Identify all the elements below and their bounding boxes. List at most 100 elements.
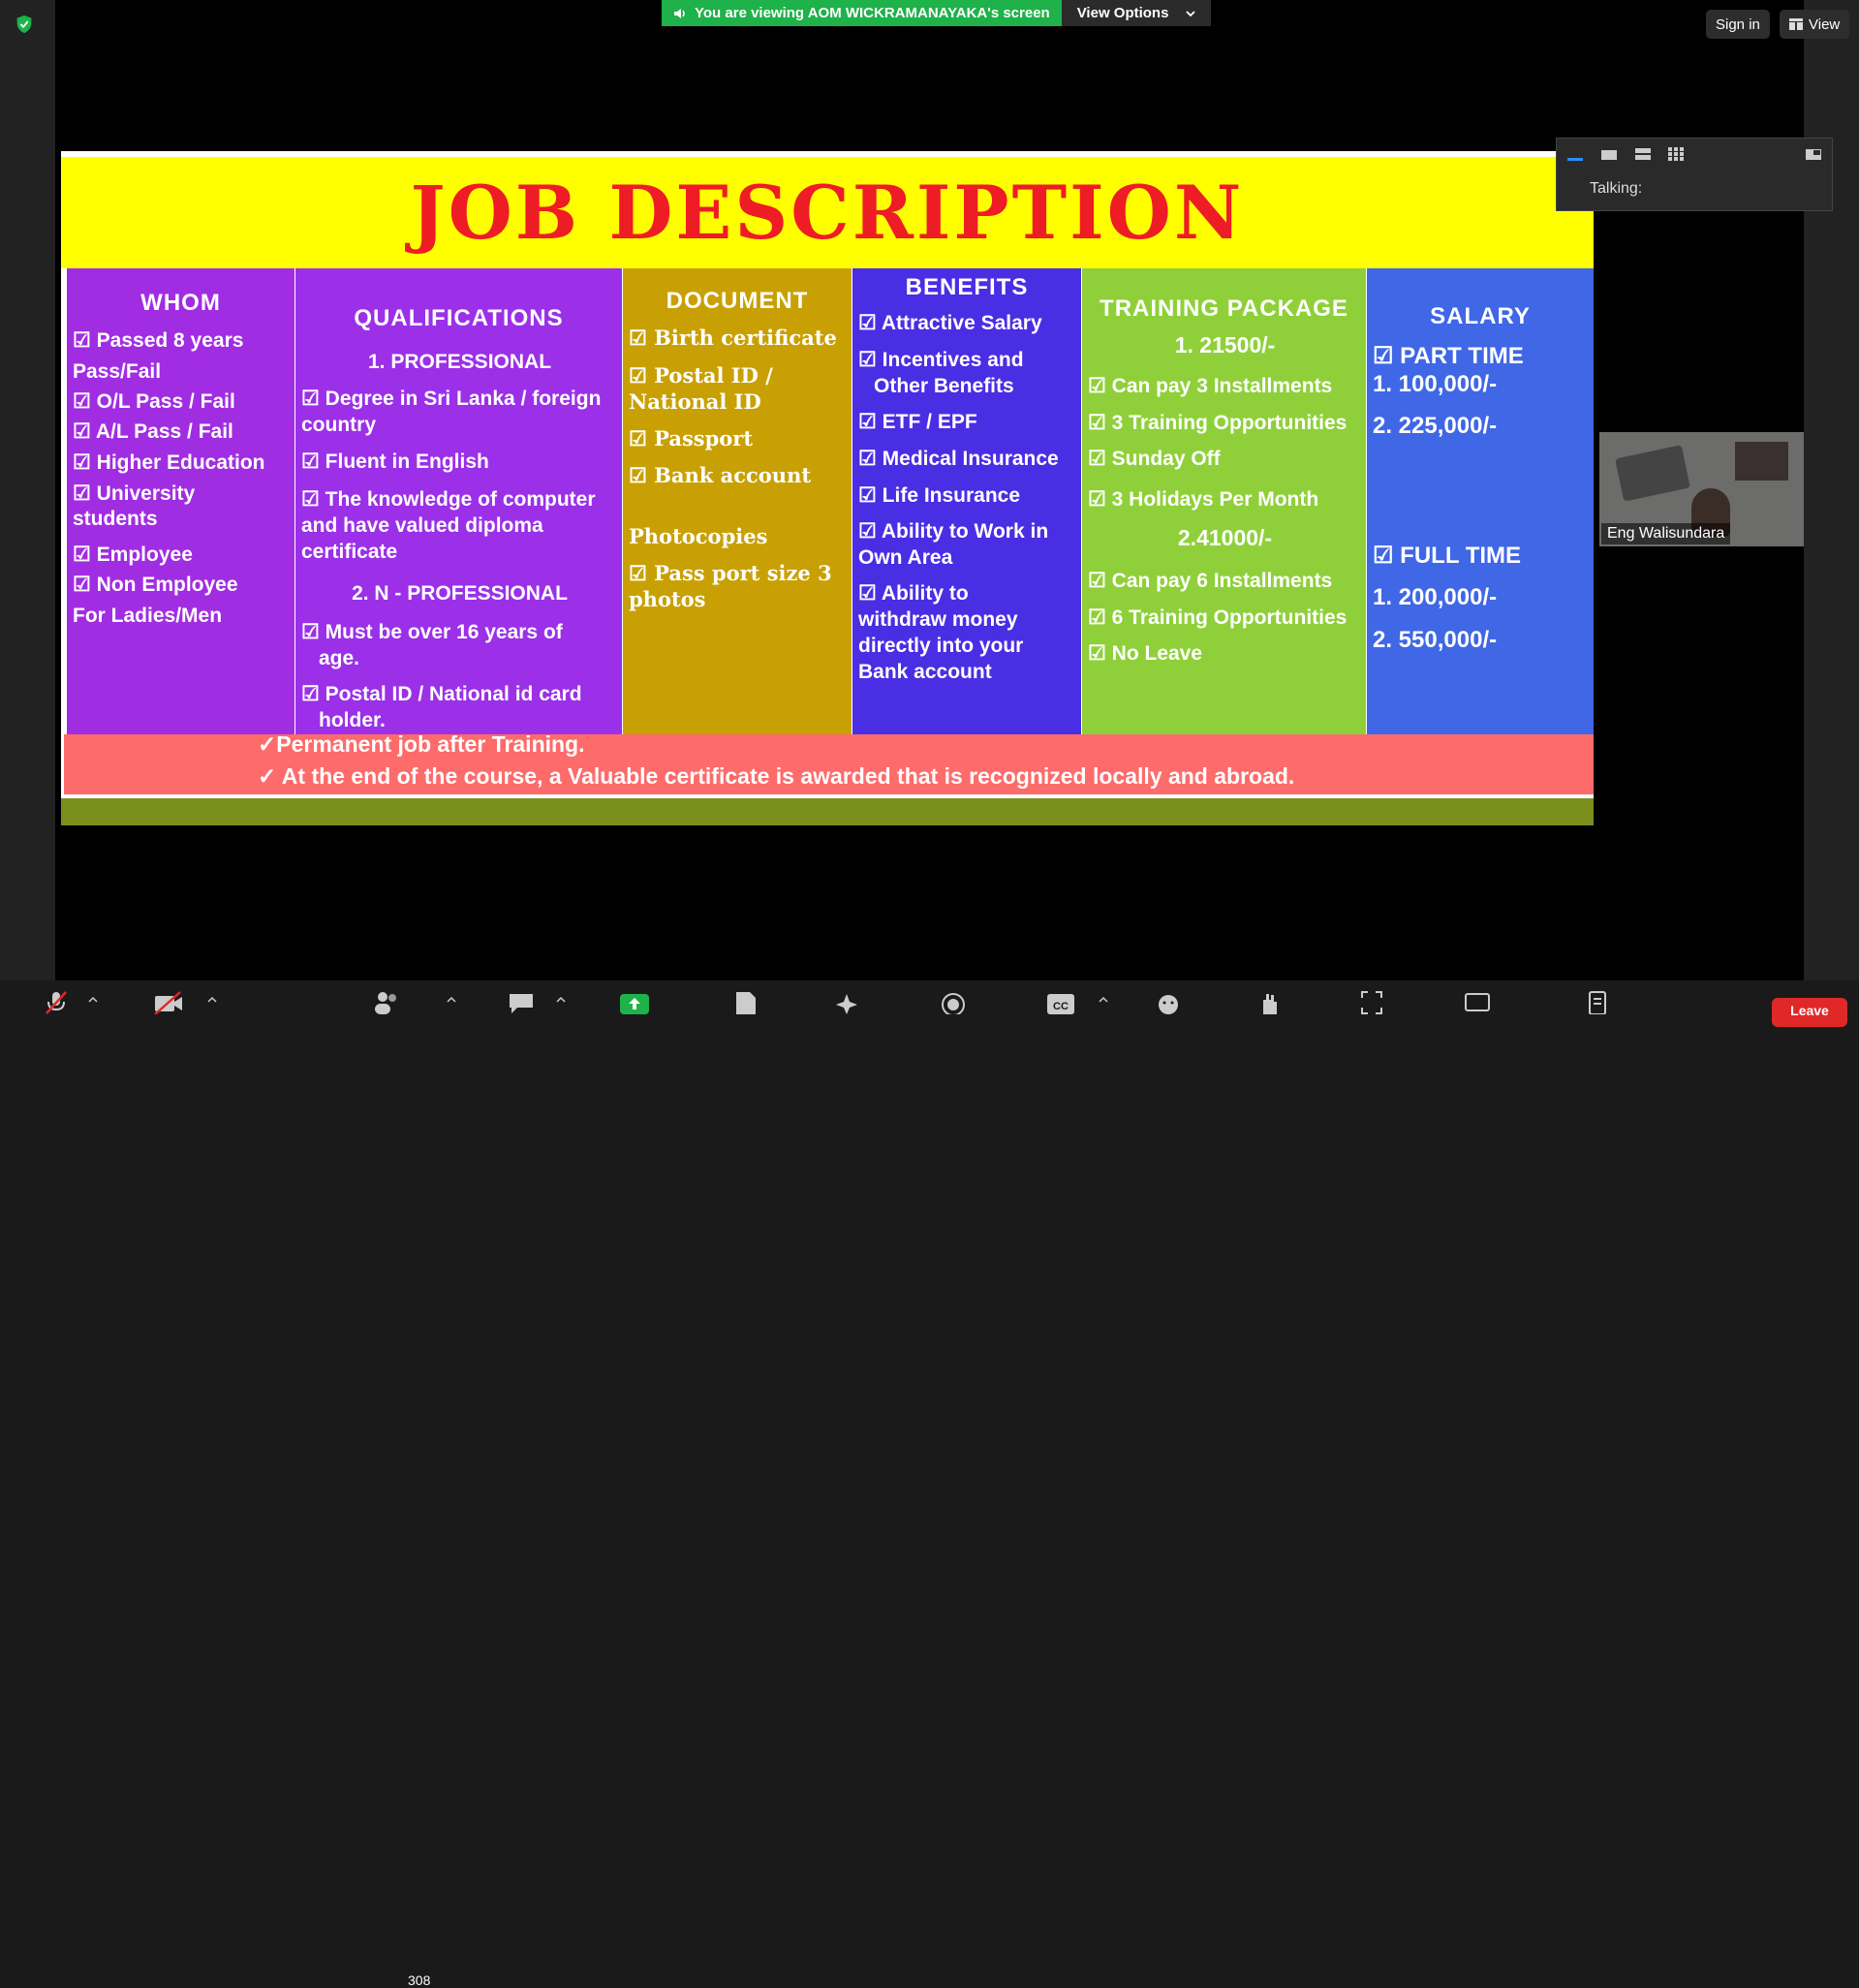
- participant-video[interactable]: Eng Walisundara: [1599, 432, 1804, 546]
- qualification-item: certificate: [301, 541, 398, 563]
- closed-caption-icon[interactable]: CC: [1045, 990, 1076, 1014]
- salary-value: 1. 100,000/-: [1373, 371, 1498, 397]
- participant-name: Eng Walisundara: [1601, 523, 1731, 544]
- part-time-label: ☑ PART TIME: [1373, 343, 1524, 369]
- benefit-item: Own Area: [858, 546, 953, 569]
- speaker-icon: [674, 8, 685, 18]
- share-screen-icon[interactable]: [620, 990, 649, 1014]
- training-price: 2.41000/-: [1177, 525, 1273, 550]
- document-column: DOCUMENT ☑ Birth certificate ☑ Postal ID…: [623, 268, 852, 734]
- training-item: ☑ No Leave: [1088, 642, 1203, 665]
- view-options-button[interactable]: View Options: [1061, 0, 1212, 26]
- security-shield-icon[interactable]: [14, 14, 35, 35]
- whom-item: ☑ Passed 8 years: [73, 329, 244, 352]
- document-item: ☑ Passport: [629, 426, 754, 450]
- speaker-panel: Talking:: [1556, 138, 1833, 211]
- chevron-up-icon[interactable]: [207, 990, 217, 1014]
- whom-item: ☑ Employee: [73, 544, 193, 566]
- chevron-up-icon[interactable]: [1099, 990, 1108, 1014]
- document-item: ☑ Postal ID /: [629, 363, 773, 388]
- benefit-item: withdraw money: [858, 608, 1018, 631]
- cc-text: CC: [1053, 1001, 1069, 1012]
- viewing-text: You are viewing AOM WICKRAMANAYAKA's scr…: [695, 5, 1050, 21]
- view-button[interactable]: View: [1780, 10, 1850, 39]
- training-item: ☑ 3 Training Opportunities: [1088, 412, 1348, 434]
- document-item: ☑ Bank account: [629, 463, 812, 487]
- benefit-item: ☑ Ability to: [858, 582, 969, 605]
- qualifications-column: QUALIFICATIONS 1. PROFESSIONAL ☑ Degree …: [295, 268, 622, 734]
- mute-microphone-icon[interactable]: [44, 990, 69, 1014]
- benefit-item: Bank account: [858, 661, 992, 683]
- qualification-item: country: [301, 414, 377, 436]
- document-subheader: Photocopies: [629, 524, 768, 548]
- footer-line: ✓ At the end of the course, a Valuable c…: [258, 763, 1295, 789]
- ai-companion-icon[interactable]: [833, 990, 862, 1014]
- benefit-item: ☑ Life Insurance: [858, 484, 1021, 507]
- document-item: National ID: [629, 389, 761, 414]
- pop-out-icon[interactable]: [1805, 146, 1822, 162]
- viewing-indicator: You are viewing AOM WICKRAMANAYAKA's scr…: [662, 0, 1062, 26]
- document-item: ☑ Pass port size 3: [629, 561, 832, 585]
- training-price: 1. 21500/-: [1174, 332, 1276, 357]
- document-item: ☑ Birth certificate: [629, 326, 837, 350]
- apps-icon[interactable]: [1586, 990, 1609, 1014]
- focus-mode-icon[interactable]: [1360, 990, 1383, 1014]
- salary-value: 2. 550,000/-: [1373, 627, 1498, 653]
- full-time-label: ☑ FULL TIME: [1373, 543, 1522, 569]
- training-item: ☑ 3 Holidays Per Month: [1088, 488, 1319, 511]
- record-icon[interactable]: [941, 990, 966, 1014]
- salary-header: SALARY: [1430, 303, 1531, 329]
- speaker-view-icon[interactable]: [1600, 146, 1618, 162]
- benefit-item: directly into your: [858, 635, 1024, 657]
- video-blur-shape: [1735, 442, 1788, 481]
- view-label: View: [1809, 16, 1841, 33]
- benefit-item: ☑ Ability to Work in: [858, 520, 1049, 543]
- whom-item: ☑ Higher Education: [73, 451, 265, 474]
- qualifications-subheader: 1. PROFESSIONAL: [367, 351, 552, 373]
- document-item: photos: [629, 587, 706, 611]
- grid-view-icon: [1789, 18, 1803, 30]
- whom-header: WHOM: [140, 290, 221, 316]
- qualification-item: ☑ Postal ID / National id card: [301, 683, 582, 705]
- notes-icon[interactable]: [732, 990, 758, 1014]
- bottom-band: [61, 798, 1594, 825]
- sign-in-label: Sign in: [1716, 16, 1760, 33]
- strip-view-icon[interactable]: [1634, 146, 1652, 162]
- whom-item: ☑ A/L Pass / Fail: [73, 420, 233, 443]
- training-item: ☑ Can pay 3 Installments: [1088, 375, 1333, 397]
- reactions-icon[interactable]: [1156, 990, 1183, 1014]
- salary-value: 2. 225,000/-: [1373, 413, 1498, 439]
- salary-value: 1. 200,000/-: [1373, 584, 1498, 610]
- video-blur-shape: [1615, 445, 1690, 502]
- training-item: ☑ Can pay 6 Installments: [1088, 570, 1333, 592]
- chat-icon[interactable]: [508, 990, 535, 1014]
- minimize-icon[interactable]: [1566, 146, 1584, 162]
- left-gutter: [0, 0, 55, 980]
- raise-hand-icon[interactable]: [1257, 990, 1281, 1014]
- benefit-item: ☑ Incentives and: [858, 349, 1024, 371]
- qualification-item: holder.: [319, 709, 386, 731]
- benefits-header: BENEFITS: [905, 274, 1029, 300]
- stop-video-icon[interactable]: [153, 990, 184, 1014]
- footer-band: ✓Permanent job after Training. ✓ At the …: [64, 731, 1594, 794]
- whiteboard-icon[interactable]: [1464, 990, 1491, 1014]
- training-header: TRAINING PACKAGE: [1100, 295, 1348, 322]
- chevron-up-icon[interactable]: [88, 990, 98, 1014]
- gallery-view-icon[interactable]: [1667, 146, 1685, 162]
- sign-in-button[interactable]: Sign in: [1706, 10, 1770, 39]
- whom-item: Pass/Fail: [73, 360, 162, 383]
- participants-icon[interactable]: [372, 990, 401, 1014]
- qualification-item: ☑ Degree in Sri Lanka / foreign: [301, 388, 602, 410]
- training-package-column: TRAINING PACKAGE 1. 21500/- ☑ Can pay 3 …: [1082, 268, 1366, 734]
- chevron-down-icon: [1186, 10, 1196, 16]
- shared-slide: JOB DESCRIPTION WHOM ☑ Passed 8 years Pa…: [61, 151, 1594, 825]
- whom-item: For Ladies/Men: [73, 605, 223, 627]
- leave-button[interactable]: Leave: [1772, 998, 1847, 1027]
- qualification-item: ☑ Must be over 16 years of: [301, 621, 563, 643]
- benefit-item: ☑ ETF / EPF: [858, 411, 977, 433]
- benefit-item: Other Benefits: [874, 375, 1014, 397]
- chevron-up-icon[interactable]: [556, 990, 566, 1014]
- slide-title: JOB DESCRIPTION: [61, 157, 1594, 268]
- chevron-up-icon[interactable]: [447, 990, 456, 1014]
- whom-item: ☑ O/L Pass / Fail: [73, 390, 235, 413]
